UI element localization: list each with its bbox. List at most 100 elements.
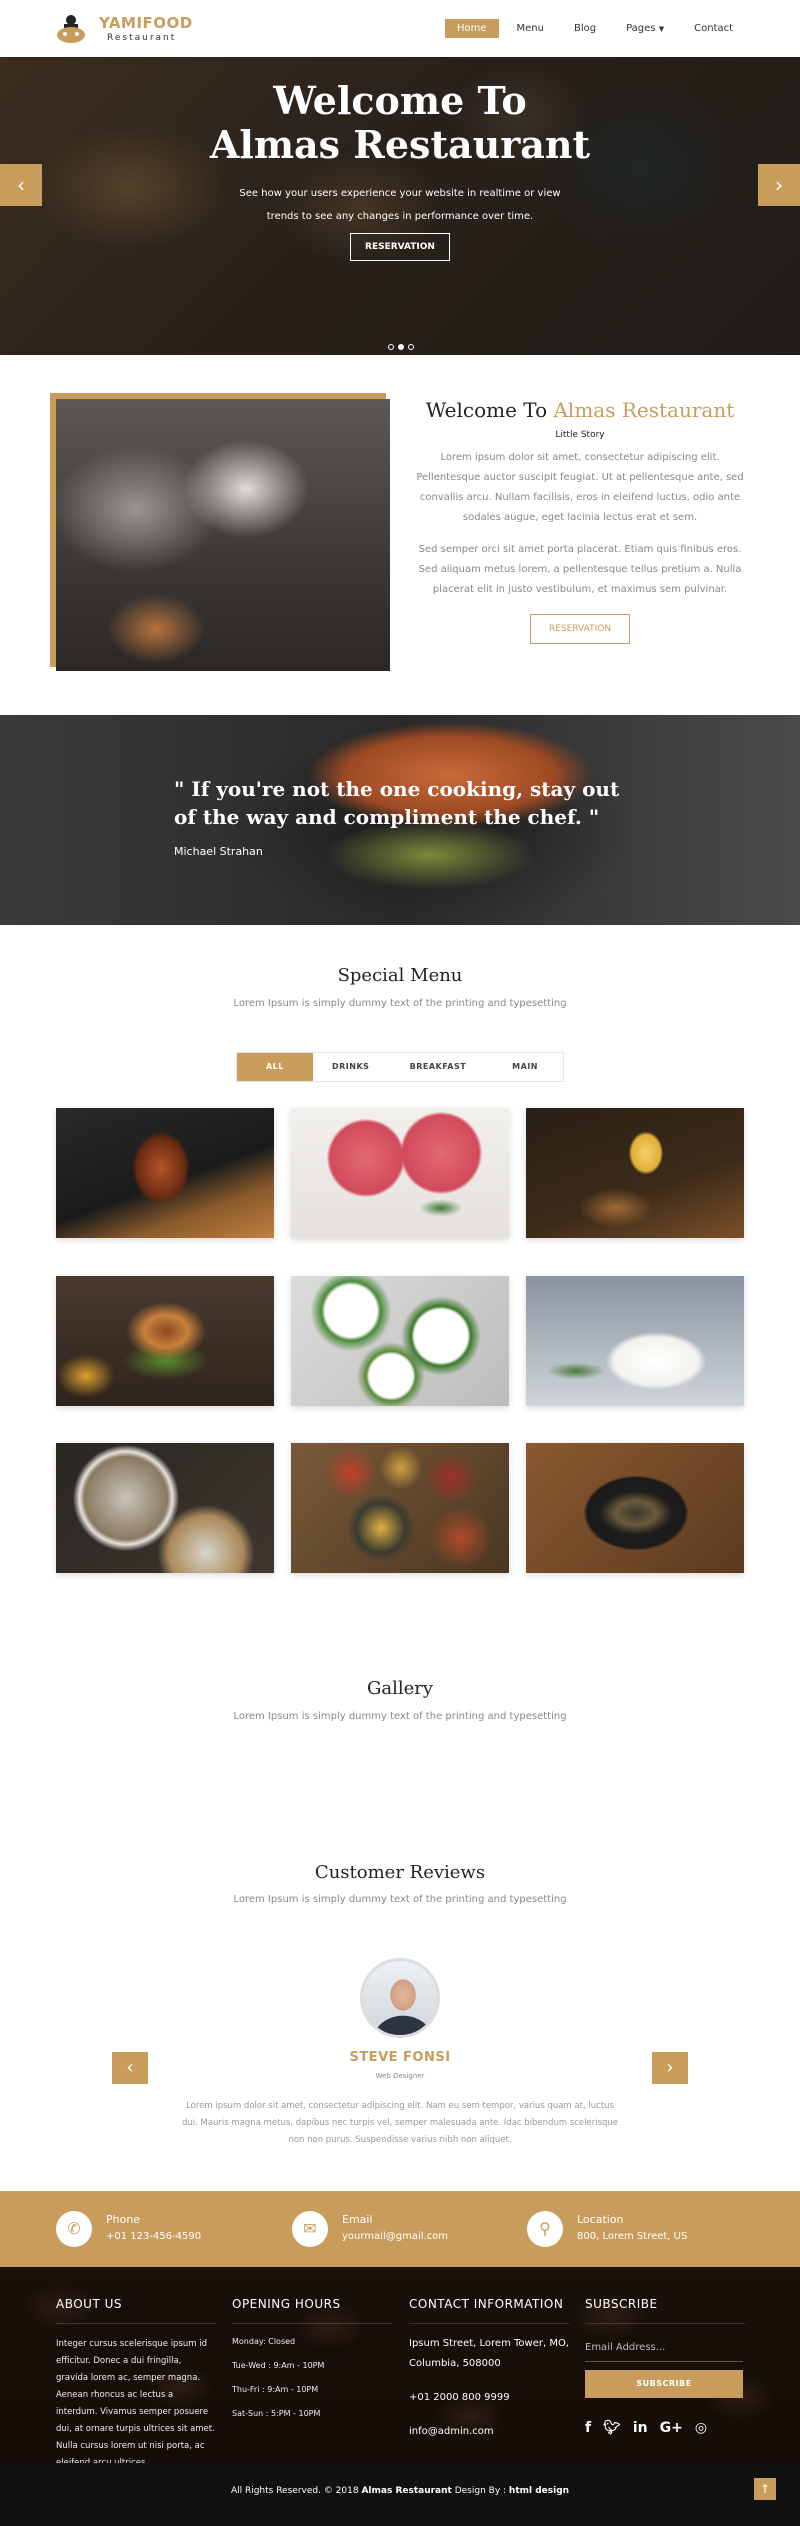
about-reservation-button[interactable]: RESERVATION [530, 614, 630, 644]
hero-text-line1: See how your users experience your websi… [239, 188, 561, 199]
menu-item-fish-plate[interactable] [526, 1276, 744, 1406]
about-paragraph-2: Sed semper orci sit amet porta placerat.… [418, 544, 742, 595]
social-links: f 🐦︎ in G+ ◎ [585, 2420, 745, 2436]
menu-title: Special Menu [337, 965, 463, 986]
reviewer-role: Web Designer [375, 2072, 425, 2080]
tab-breakfast[interactable]: BREAKFAST [389, 1053, 488, 1081]
map-pin-icon: ⚲ [527, 2211, 563, 2247]
top-navbar: YAMIFOOD Restaurant Home Menu Blog Pages… [0, 0, 800, 57]
about-title-b: Almas Restaurant [553, 398, 735, 422]
tab-drinks[interactable]: DRINKS [313, 1053, 389, 1081]
footer-contact: CONTACT INFORMATION Ipsum Street, Lorem … [409, 2297, 569, 2442]
hours-sat-sun: Sat-Sun : 5:PM - 10PM [232, 2409, 321, 2418]
slider-dots [388, 344, 414, 350]
hero-next-arrow[interactable]: › [758, 164, 800, 206]
about-paragraph-1: Lorem ipsum dolor sit amet, consectetur … [416, 452, 744, 523]
menu-item-cocktail[interactable] [56, 1108, 274, 1238]
google-plus-icon[interactable]: G+ [660, 2420, 683, 2436]
nav-pages[interactable]: Pages ▼ [614, 19, 676, 38]
footer-contact-title: CONTACT INFORMATION [409, 2297, 569, 2324]
copyright-brand[interactable]: Almas Restaurant [361, 2486, 451, 2496]
nav-contact[interactable]: Contact [682, 19, 745, 38]
facebook-icon[interactable]: f [585, 2420, 591, 2436]
footer-subscribe: SUBSCRIBE SUBSCRIBE f 🐦︎ in G+ ◎ [585, 2297, 745, 2436]
nav-blog[interactable]: Blog [562, 19, 608, 38]
footer-hours-title: OPENING HOURS [232, 2297, 392, 2324]
brand-logo[interactable]: YAMIFOOD Restaurant [55, 12, 192, 48]
footer-hours: OPENING HOURS Monday: Closed Tue-Wed : 9… [232, 2297, 392, 2426]
quote-author: Michael Strahan [174, 845, 263, 858]
copyright-design-by: Design By : [451, 2486, 509, 2496]
menu-item-salads[interactable] [291, 1276, 509, 1406]
menu-item-beer[interactable] [526, 1108, 744, 1238]
about-title-a: Welcome To [425, 398, 548, 422]
hours-thu-fri: Thu-Fri : 9:Am - 10PM [232, 2385, 319, 2394]
hero-text-line2: trends to see any changes in performance… [266, 211, 534, 222]
email-value: yourmail@gmail.com [342, 2231, 449, 2242]
reviewer-avatar [360, 1958, 440, 2038]
about-subtitle: Little Story [555, 430, 605, 440]
menu-item-korean-dishes[interactable] [291, 1443, 509, 1573]
copyright-designer[interactable]: html design [509, 2486, 569, 2496]
about-image [50, 393, 390, 671]
nav-pages-label: Pages [626, 23, 656, 34]
brand-tagline: Restaurant [107, 33, 177, 43]
footer-address: Ipsum Street, Lorem Tower, MO, Columbia,… [409, 2338, 569, 2369]
review-text: Lorem ipsum dolor sit amet, consectetur … [181, 2101, 619, 2145]
quote-text: " If you're not the one cooking, stay ou… [174, 777, 620, 829]
footer-about-title: ABOUT US [56, 2297, 216, 2324]
slide-dot[interactable] [408, 344, 414, 350]
back-to-top-arrow-icon[interactable]: ↑ [754, 2478, 776, 2500]
phone-icon: ✆ [56, 2211, 92, 2247]
phone-value: +01 123-456-4590 [106, 2231, 202, 2242]
menu-item-dark-plate[interactable] [526, 1443, 744, 1573]
main-menu: Home Menu Blog Pages ▼ Contact [439, 19, 745, 38]
nav-menu[interactable]: Menu [505, 19, 556, 38]
reviewer-name: STEVE FONSI [349, 2050, 451, 2065]
footer-email[interactable]: info@admin.com [409, 2422, 569, 2442]
location-label: Location [577, 2213, 624, 2226]
slide-dot[interactable] [388, 344, 394, 350]
phone-label: Phone [106, 2213, 141, 2226]
reviews-title: Customer Reviews [314, 1862, 486, 1883]
subscribe-email-input[interactable] [585, 2334, 743, 2362]
menu-item-burger[interactable] [56, 1276, 274, 1406]
gallery-subtitle: Lorem Ipsum is simply dummy text of the … [233, 1711, 567, 1722]
contact-band: ✆ Phone +01 123-456-4590 ✉ Email yourmai… [0, 2191, 800, 2267]
subscribe-button[interactable]: SUBSCRIBE [585, 2370, 743, 2398]
footer-subscribe-title: SUBSCRIBE [585, 2297, 745, 2324]
chef-grilling-photo [56, 399, 390, 671]
footer-phone[interactable]: +01 2000 800 9999 [409, 2388, 569, 2408]
tab-all[interactable]: ALL [237, 1053, 313, 1081]
hero-title-line2: Almas Restaurant [209, 122, 591, 167]
gallery-title: Gallery [366, 1678, 434, 1699]
twitter-icon[interactable]: 🐦︎ [603, 2420, 621, 2436]
footer: ABOUT US Integer cursus scelerisque ipsu… [0, 2267, 800, 2463]
linkedin-icon[interactable]: in [633, 2420, 648, 2436]
quote-banner: " If you're not the one cooking, stay ou… [0, 715, 800, 925]
envelope-icon: ✉ [292, 2211, 328, 2247]
hero-slider: Welcome To Almas Restaurant See how your… [0, 57, 800, 355]
hero-reservation-button[interactable]: RESERVATION [350, 233, 450, 261]
tab-main[interactable]: MAIN [487, 1053, 563, 1081]
email-label: Email [342, 2213, 373, 2226]
instagram-icon[interactable]: ◎ [695, 2420, 707, 2436]
nav-home[interactable]: Home [444, 19, 499, 38]
about-title: Welcome To Almas Restaurant [410, 398, 750, 422]
reviews-subtitle: Lorem Ipsum is simply dummy text of the … [233, 1894, 567, 1905]
slide-dot-active[interactable] [398, 344, 404, 350]
hours-monday: Monday: Closed [232, 2337, 296, 2346]
caret-down-icon: ▼ [658, 25, 665, 33]
menu-subtitle: Lorem Ipsum is simply dummy text of the … [233, 998, 567, 1009]
menu-item-dinner-table[interactable] [56, 1443, 274, 1573]
hours-tue-wed: Tue-Wed : 9:Am - 10PM [232, 2361, 325, 2370]
hero-prev-arrow[interactable]: ‹ [0, 164, 42, 206]
location-value: 800, Lorem Street, US [577, 2231, 688, 2242]
copyright-bar: All Rights Reserved. © 2018 Almas Restau… [0, 2463, 800, 2526]
menu-filter-tabs: ALL DRINKS BREAKFAST MAIN [236, 1052, 564, 1082]
brand-name: YAMIFOOD [99, 14, 193, 32]
about-section: Welcome To Almas Restaurant Little Story… [410, 398, 750, 644]
chef-pot-icon [57, 15, 85, 43]
footer-about-text: Integer cursus scelerisque ipsum id effi… [56, 2339, 215, 2463]
menu-item-pink-drinks[interactable] [291, 1108, 509, 1238]
